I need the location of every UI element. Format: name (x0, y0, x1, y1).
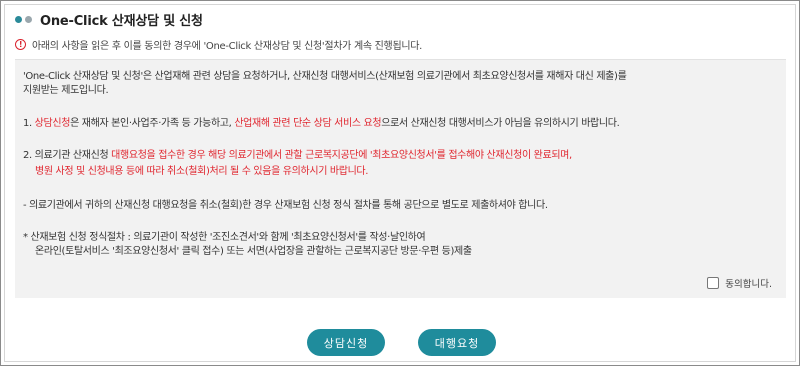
agree-option[interactable]: 동의합니다. (707, 276, 772, 290)
dialog-header: One-Click 산재상담 및 신청 (15, 10, 203, 29)
item-cancel-notice: - 의료기관에서 귀하의 산재신청 대행요청을 취소(철회)한 경우 산재보험 … (23, 200, 548, 211)
item2-prefix: 2. 의료기관 산재신청 (23, 150, 112, 161)
item-agency-notice: 2. 의료기관 산재신청 대행요청을 접수한 경우 해당 의료기관에서 관할 근… (23, 148, 572, 164)
item1-highlight-1: 상담신청 (34, 118, 71, 129)
agency-request-button[interactable]: 대행요청 (418, 329, 496, 356)
intro-line-1: 'One-Click 산재상담 및 신청'은 산업재해 관련 상담을 요청하거나… (23, 71, 627, 82)
item2-highlight-2: 병원 사정 및 신청내용 등에 따라 취소(철회)처리 될 수 있음을 유의하시… (35, 166, 369, 177)
item1-text-2: 으로서 산재신청 대행서비스가 아님을 유의하시기 바랍니다. (381, 118, 620, 129)
item2-highlight-1: 대행요청을 접수한 경우 해당 의료기관에서 관할 근로복지공단에 '최초요양신… (111, 150, 572, 161)
title-dot-dark (15, 15, 22, 23)
dialog-frame: One-Click 산재상담 및 신청 ! 아래의 사항을 읽은 후 이를 동의… (0, 0, 800, 366)
item1-number: 1. (23, 118, 35, 129)
alert-circle-icon: ! (15, 39, 26, 50)
intro-line-2: 지원받는 제도입니다. (23, 85, 109, 96)
item-procedure-line-2: 온라인(토탈서비스 '최조요양신청서' 클릭 접수) 또는 서면(사업장을 관할… (35, 246, 472, 257)
title-dots-icon (15, 15, 32, 23)
agree-label: 동의합니다. (725, 279, 772, 290)
item1-highlight-2: 산업재해 관련 단순 상담 서비스 요청 (234, 118, 382, 129)
consult-request-button[interactable]: 상담신청 (307, 329, 385, 356)
notice-line: ! 아래의 사항을 읽은 후 이를 동의한 경우에 'One-Click 산재상… (15, 37, 422, 52)
agree-checkbox[interactable] (707, 277, 720, 289)
item1-text-1: 은 재해자 본인·사업주·가족 등 가능하고, (70, 118, 235, 129)
terms-box: 'One-Click 산재상담 및 신청'은 산업재해 관련 상담을 요청하거나… (15, 59, 786, 298)
notice-text: 아래의 사항을 읽은 후 이를 동의한 경우에 'One-Click 산재상담 … (32, 41, 423, 52)
item-consult-notice: 1. 상담신청은 재해자 본인·사업주·가족 등 가능하고, 산업재해 관련 단… (23, 116, 620, 132)
title-dot-light (25, 15, 32, 23)
page-title: One-Click 산재상담 및 신청 (40, 13, 203, 29)
